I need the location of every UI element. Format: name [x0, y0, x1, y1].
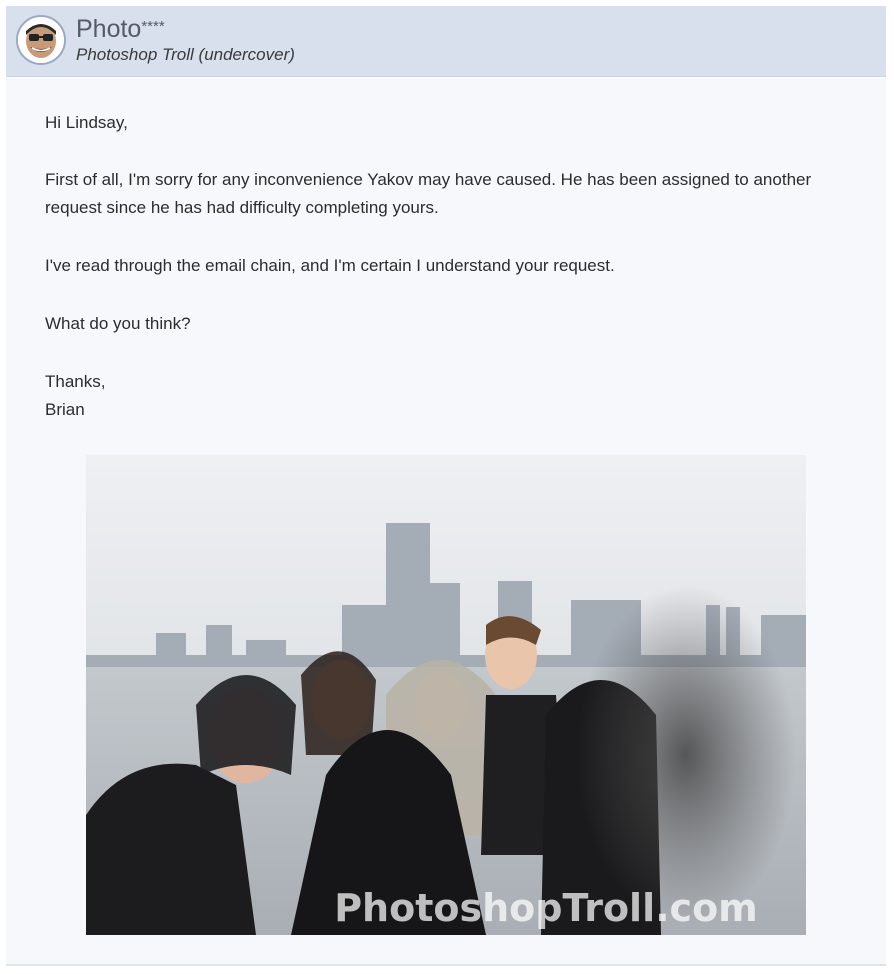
- photo-watermark: PhotoshopTroll.com: [334, 886, 758, 930]
- signoff-text: Thanks,: [45, 372, 106, 391]
- sender-name: Photo****: [76, 16, 165, 42]
- paragraph-3: What do you think?: [45, 314, 191, 333]
- divider: [6, 964, 886, 966]
- signature-text: Brian: [45, 400, 85, 419]
- sender-name-suffix: ****: [141, 18, 165, 35]
- message-header: Photo**** Photoshop Troll (undercover): [6, 6, 886, 77]
- greeting-text: Hi Lindsay,: [45, 113, 128, 132]
- sender-name-text: Photo: [76, 15, 142, 43]
- paragraph-1-line-1: First of all, I'm sorry for any inconven…: [45, 170, 812, 189]
- group-photo-image: PhotoshopTroll.com: [86, 455, 806, 935]
- attached-photo[interactable]: PhotoshopTroll.com: [86, 455, 806, 935]
- sender-subtitle: Photoshop Troll (undercover): [76, 45, 295, 64]
- troll-face-icon: [18, 17, 64, 63]
- paragraph-1-line-2: request since he has had difficulty comp…: [45, 198, 439, 217]
- paragraph-2: I've read through the email chain, and I…: [45, 256, 615, 275]
- avatar[interactable]: [16, 15, 66, 65]
- message-body: Hi Lindsay, First of all, I'm sorry for …: [6, 78, 886, 964]
